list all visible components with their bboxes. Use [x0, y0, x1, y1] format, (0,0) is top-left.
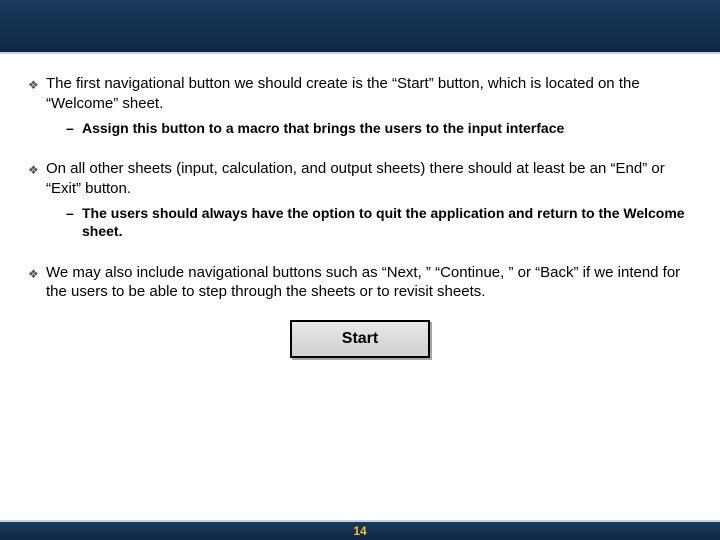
- bullet-item: ❖ On all other sheets (input, calculatio…: [28, 159, 692, 198]
- sub-bullet-item: – Assign this button to a macro that bri…: [66, 119, 692, 137]
- sub-bullet-item: – The users should always have the optio…: [66, 204, 692, 240]
- diamond-icon: ❖: [28, 263, 46, 284]
- title-bar: [0, 0, 720, 54]
- diamond-icon: ❖: [28, 159, 46, 180]
- start-button[interactable]: Start: [290, 320, 430, 358]
- sub-bullet-text: Assign this button to a macro that bring…: [82, 119, 692, 137]
- bullet-text: On all other sheets (input, calculation,…: [46, 159, 692, 198]
- sub-bullet-text: The users should always have the option …: [82, 204, 692, 240]
- bullet-text: The first navigational button we should …: [46, 74, 692, 113]
- footer-bar: 14: [0, 520, 720, 540]
- page-number: 14: [353, 524, 366, 538]
- bullet-item: ❖ The first navigational button we shoul…: [28, 74, 692, 113]
- dash-icon: –: [66, 119, 82, 137]
- dash-icon: –: [66, 204, 82, 222]
- slide-body: ❖ The first navigational button we shoul…: [0, 54, 720, 358]
- diamond-icon: ❖: [28, 74, 46, 95]
- title-area: Navigational Buttons: [0, 0, 720, 54]
- bullet-text: We may also include navigational buttons…: [46, 263, 692, 302]
- bullet-item: ❖ We may also include navigational butto…: [28, 263, 692, 302]
